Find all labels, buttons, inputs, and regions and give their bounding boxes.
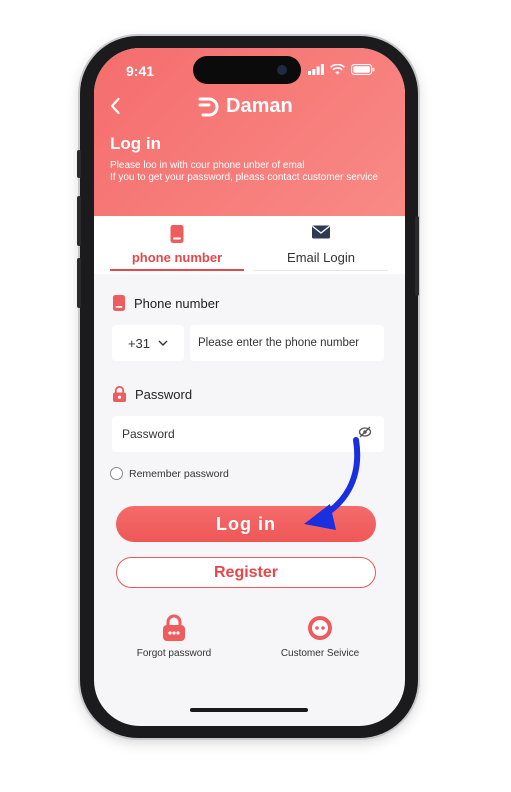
eye-hidden-icon[interactable] xyxy=(358,425,372,439)
page-title: Log in xyxy=(110,134,161,153)
brand-logo: Daman xyxy=(198,95,293,118)
camera-icon xyxy=(277,65,287,75)
phone-number-input[interactable]: Please enter the phone number xyxy=(190,325,384,361)
subtitle-line-1: Please loo in with cour phone unber of e… xyxy=(110,160,305,171)
chevron-down-icon xyxy=(158,340,168,346)
login-button[interactable]: Log in xyxy=(116,506,376,542)
status-icons xyxy=(308,64,375,75)
customer-service-label: Customer Seivice xyxy=(280,648,360,659)
forgot-password-link[interactable]: Forgot password xyxy=(114,614,234,659)
customer-service-icon xyxy=(308,616,332,640)
remember-password-label: Remember password xyxy=(129,467,229,480)
status-time: 9:41 xyxy=(126,63,155,79)
subtitle-line-2: If you to get your password, pleass cont… xyxy=(110,172,378,183)
country-code-select[interactable]: +31 xyxy=(112,325,184,361)
wifi-icon xyxy=(330,64,345,75)
phone-number-label: Phone number xyxy=(112,294,219,312)
forgot-password-label: Forgot password xyxy=(136,648,212,659)
active-tab-indicator xyxy=(110,269,244,271)
remember-password[interactable]: Remember password xyxy=(110,467,229,480)
dynamic-island xyxy=(193,56,301,84)
phone-number-label-text: Phone number xyxy=(134,295,220,311)
screen: 9:41 Daman Log in Please loo in with cou… xyxy=(94,48,405,726)
volume-down-button xyxy=(77,258,81,308)
phone-icon xyxy=(113,295,125,311)
password-label-text: Password xyxy=(135,386,193,402)
country-code-value: +31 xyxy=(127,335,151,351)
daman-logo-icon xyxy=(198,97,219,116)
side-button xyxy=(77,150,81,178)
lock-icon xyxy=(163,614,185,641)
back-chevron-icon[interactable] xyxy=(106,96,126,116)
password-placeholder: Password xyxy=(122,427,175,441)
password-label: Password xyxy=(112,385,192,403)
remember-password-radio[interactable] xyxy=(110,467,123,480)
volume-up-button xyxy=(77,196,81,246)
tab-phone-number[interactable]: phone number xyxy=(110,216,244,274)
envelope-icon xyxy=(312,225,330,239)
home-indicator xyxy=(190,708,308,712)
phone-number-placeholder: Please enter the phone number xyxy=(198,337,360,349)
login-tabs: phone number Email Login xyxy=(94,216,405,274)
brand-name: Daman xyxy=(226,95,293,117)
lock-icon xyxy=(113,385,126,402)
header: 9:41 Daman Log in Please loo in with cou… xyxy=(94,48,405,216)
tab-email-login[interactable]: Email Login xyxy=(254,216,388,274)
signal-icon xyxy=(308,64,324,75)
battery-icon xyxy=(351,64,375,75)
customer-service-link[interactable]: Customer Seivice xyxy=(260,614,380,659)
password-input[interactable]: Password xyxy=(112,416,384,452)
tab-label: Email Login xyxy=(287,250,355,265)
tab-label: phone number xyxy=(131,250,223,265)
register-button[interactable]: Register xyxy=(116,557,376,588)
tab-divider xyxy=(254,270,388,271)
phone-icon xyxy=(170,225,184,243)
power-button xyxy=(415,216,419,296)
